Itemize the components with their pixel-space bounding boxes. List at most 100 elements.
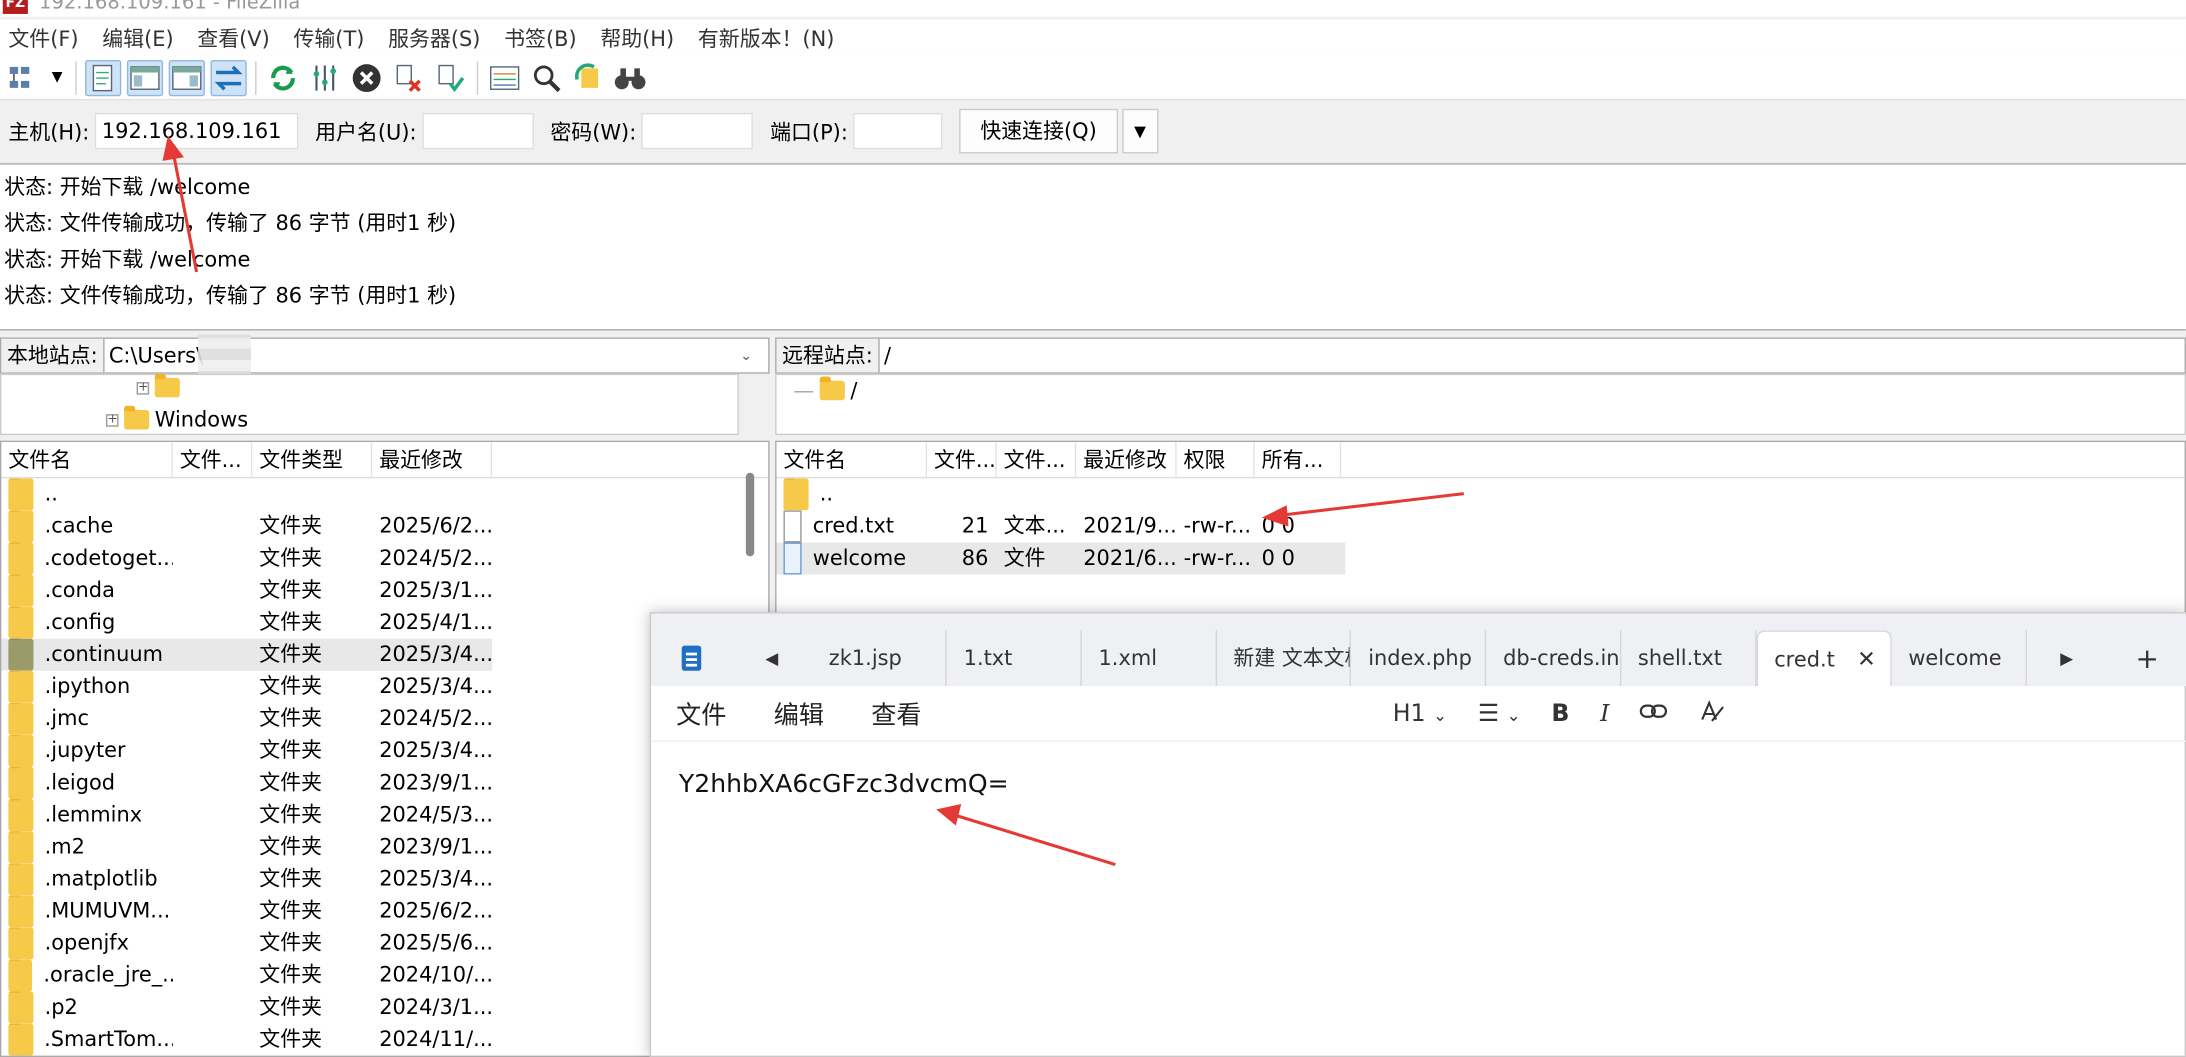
column-header-size[interactable]: 文件... [927,442,997,478]
table-row[interactable]: .ipython 文件夹 2025/3/4... [1,670,492,703]
table-row[interactable]: .p2 文件夹 2024/3/1... [1,991,492,1024]
compare-icon[interactable] [528,59,564,95]
tab-welcome[interactable]: welcome [1892,630,2027,687]
reconnect-icon[interactable] [432,59,468,95]
menu-transfer[interactable]: 传输(T) [293,23,364,52]
notepad-text-content[interactable]: Y2hhbXA6cGFzc3dvcmQ= [679,770,1009,799]
filter-icon[interactable] [487,59,523,95]
disconnect-icon[interactable] [390,59,426,95]
tab-db-creds-inc[interactable]: db-creds.inc [1486,630,1622,687]
table-row[interactable]: .m2 文件夹 2023/9/1... [1,831,492,864]
table-row[interactable]: .MUMUVM... 文件夹 2025/6/2... [1,895,492,928]
folder-icon [8,734,34,767]
table-row[interactable]: .continuum 文件夹 2025/3/4... [1,638,492,671]
local-site-bar: 本地站点: C:\Users\ ⌄ [0,337,770,374]
search-icon[interactable] [612,59,648,95]
message-log-icon[interactable] [85,59,122,96]
new-tab-icon[interactable]: + [2107,630,2186,686]
table-row[interactable]: .config 文件夹 2025/4/1... [1,606,492,639]
username-input[interactable] [422,112,534,150]
tab-new-text-doc[interactable]: 新建 文本文档 [1217,630,1352,687]
notepad-menu-view[interactable]: 查看 [871,695,921,731]
table-row[interactable]: .leigod 文件夹 2023/9/1... [1,766,492,800]
chevron-down-icon[interactable]: ⌄ [740,348,768,363]
table-row[interactable]: .codetoget... 文件夹 2024/5/2... [1,542,492,575]
sync-browse-icon[interactable] [570,59,606,95]
column-header-permissions[interactable]: 权限 [1177,442,1255,478]
file-name: .config [1,606,172,639]
remote-path-input[interactable]: / [880,343,2185,368]
bold-button[interactable]: B [1551,700,1569,728]
log-line: 状态: 文件传输成功，传输了 86 字节 (用时1 秒) [4,283,457,309]
expand-icon[interactable]: + [136,381,150,394]
local-tree-icon[interactable] [126,59,164,96]
column-header-size[interactable]: 文件... [173,442,253,478]
file-name: .codetoget... [1,542,173,575]
column-header-owner[interactable]: 所有... [1255,442,1342,478]
table-row[interactable]: .matplotlib 文件夹 2025/3/4... [1,863,492,896]
notepad-menu-file[interactable]: 文件 [676,695,726,731]
transfer-queue-icon[interactable] [210,59,247,96]
table-row[interactable]: .SmartTom... 文件夹 2024/11/... [1,1023,492,1056]
site-manager-icon[interactable] [6,59,42,95]
tab-1-xml[interactable]: 1.xml [1082,630,1217,687]
column-header-type[interactable]: 文件类型 [252,442,373,478]
process-queue-icon[interactable] [307,59,343,95]
table-row[interactable]: .cache 文件夹 2025/6/2... [1,510,492,543]
file-size [173,895,252,927]
heading-dropdown[interactable]: H1 ⌄ [1393,700,1447,728]
menu-file[interactable]: 文件(F) [8,23,78,52]
table-row[interactable]: .lemminx 文件夹 2024/5/3... [1,799,492,832]
table-row[interactable]: .jmc 文件夹 2024/5/2... [1,702,493,735]
column-header-modified[interactable]: 最近修改 [1076,442,1177,478]
host-input[interactable] [94,112,299,150]
tree-node-windows[interactable]: + Windows [105,405,248,432]
close-icon[interactable]: ✕ [1857,632,1876,686]
clear-format-icon[interactable] [1699,698,1727,730]
link-icon[interactable] [1640,700,1668,728]
expand-icon[interactable]: + [105,413,119,427]
quickconnect-button[interactable]: 快速连接(Q) [959,108,1118,154]
menu-server[interactable]: 服务器(S) [388,23,480,52]
tab-shell-txt[interactable]: shell.txt [1621,630,1757,687]
table-row[interactable]: .. [1,478,492,511]
column-header-modified[interactable]: 最近修改 [372,442,493,478]
column-header-name[interactable]: 文件名 [777,442,928,478]
tab-1-txt[interactable]: 1.txt [947,630,1082,687]
port-input[interactable] [853,112,943,150]
local-scrollbar[interactable] [745,472,755,557]
table-row[interactable]: .openjfx 文件夹 2025/5/6... [1,927,492,960]
remote-tree-icon[interactable] [168,59,205,96]
menu-bookmarks[interactable]: 书签(B) [504,23,576,52]
quickconnect-history-dropdown[interactable]: ▼ [1121,108,1159,154]
tab-zk1-jsp[interactable]: zk1.jsp [812,630,947,687]
file-modified [372,478,492,510]
tab-cred-txt-active[interactable]: cred.t ✕ [1756,630,1892,687]
table-row[interactable]: .. [777,478,1346,511]
table-row[interactable]: welcome 86 文件 2021/6... -rw-r... 0 0 [776,542,1346,575]
menu-view[interactable]: 查看(V) [197,23,269,52]
list-dropdown[interactable]: ☰ ⌄ [1478,700,1521,728]
cancel-icon[interactable] [349,59,385,95]
scroll-left-icon[interactable]: ◀ [732,630,813,686]
file-type: 文件夹 [259,545,323,571]
menu-help[interactable]: 帮助(H) [600,23,674,52]
dropdown-icon[interactable]: ▼ [47,59,67,95]
tree-node-root[interactable]: — / [793,376,857,403]
menu-edit[interactable]: 编辑(E) [102,23,173,52]
scroll-right-icon[interactable]: ▶ [2026,630,2107,686]
notepad-menu-edit[interactable]: 编辑 [774,695,824,731]
table-row[interactable]: .oracle_jre_... 文件夹 2024/10/... [1,959,492,992]
tab-index-php[interactable]: index.php [1351,630,1487,687]
table-row[interactable]: .jupyter 文件夹 2025/3/4... [1,734,492,767]
italic-button[interactable]: I [1600,700,1609,728]
tree-node[interactable]: + [136,373,186,398]
column-header-type[interactable]: 文件... [997,442,1077,478]
menu-new-version[interactable]: 有新版本！(N) [698,23,835,52]
column-header-name[interactable]: 文件名 [1,442,173,478]
refresh-icon[interactable] [265,59,301,95]
table-row[interactable]: .conda 文件夹 2025/3/1... [1,574,492,607]
password-input[interactable] [641,112,754,150]
table-row[interactable]: cred.txt 21 文本... 2021/9... -rw-r... 0 0 [777,510,1346,543]
file-modified: 2024/5/2... [379,705,493,731]
